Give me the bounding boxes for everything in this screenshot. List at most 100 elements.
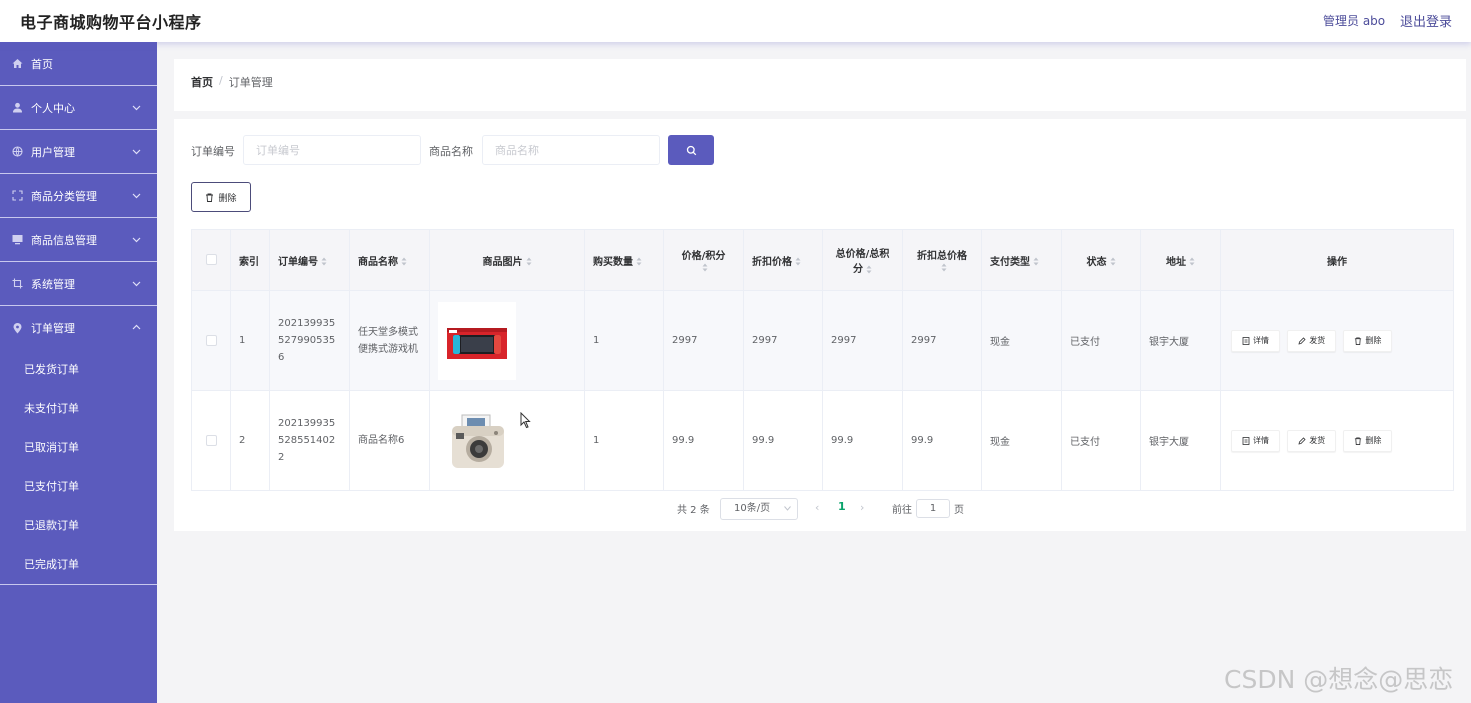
sort-icon[interactable]: [1110, 257, 1116, 266]
goto-label: 前往: [892, 505, 912, 516]
sidebar-item-users[interactable]: 用户管理: [0, 130, 157, 174]
row-select-cell: [191, 390, 231, 491]
col-header-quantity[interactable]: 购买数量: [584, 229, 664, 291]
current-user: 管理员 abo: [1323, 14, 1386, 28]
logout-link[interactable]: 退出登录: [1400, 11, 1452, 30]
product-name-input[interactable]: [482, 135, 660, 165]
order-no-input[interactable]: [243, 135, 421, 165]
sidebar-item-label: 商品信息管理: [31, 233, 97, 247]
page-number-current[interactable]: 1: [838, 500, 846, 513]
sidebar-sub-shipped[interactable]: 已发货订单: [0, 350, 157, 389]
sort-icon[interactable]: [1189, 257, 1195, 266]
cell-discount-total: 99.9: [902, 390, 982, 491]
col-header-price[interactable]: 价格/积分: [663, 229, 744, 291]
row-select-cell: [191, 290, 231, 391]
sidebar-item-home[interactable]: 首页: [0, 42, 157, 86]
order-no-label: 订单编号: [191, 145, 235, 158]
sidebar-item-label: 个人中心: [31, 101, 75, 115]
sidebar-item-category[interactable]: 商品分类管理: [0, 174, 157, 218]
cell-total: 99.9: [822, 390, 903, 491]
sidebar-sub-cancelled[interactable]: 已取消订单: [0, 428, 157, 467]
page-size-select[interactable]: 10条/页: [720, 498, 798, 520]
col-header-label: 价格/积分: [681, 251, 726, 262]
next-page-button[interactable]: ›: [860, 501, 864, 514]
orders-table: 索引 订单编号 商品名称 商品图片 购买数量 价格/积分 折扣价格 总价格/总积…: [191, 229, 1454, 491]
app-title: 电子商城购物平台小程序: [20, 13, 202, 32]
sidebar-item-product[interactable]: 商品信息管理: [0, 218, 157, 262]
ship-button[interactable]: 发货: [1287, 329, 1337, 352]
cell-index: 1: [230, 290, 270, 391]
sort-icon[interactable]: [636, 257, 642, 266]
chevron-down-icon: [132, 281, 141, 287]
col-header-discount-total[interactable]: 折扣总价格: [902, 229, 982, 291]
delete-button[interactable]: 删除: [1343, 329, 1393, 352]
mouse-cursor-icon: [520, 412, 531, 429]
sort-icon[interactable]: [702, 263, 708, 272]
search-button[interactable]: [668, 135, 714, 165]
prev-page-button[interactable]: ‹: [815, 501, 819, 514]
sidebar-sub-paid[interactable]: 已支付订单: [0, 467, 157, 506]
fullscreen-icon: [12, 190, 23, 201]
sidebar-sub-unpaid[interactable]: 未支付订单: [0, 389, 157, 428]
col-header-label: 折扣价格: [752, 256, 792, 268]
sidebar-sub-completed[interactable]: 已完成订单: [0, 545, 157, 584]
detail-button[interactable]: 详情: [1231, 429, 1280, 452]
sidebar-item-orders[interactable]: 订单管理: [0, 306, 157, 350]
sort-icon[interactable]: [941, 263, 947, 272]
detail-button[interactable]: 详情: [1231, 329, 1280, 352]
batch-delete-button[interactable]: 删除: [191, 182, 251, 212]
table-row: 1 2021399355279905356 任天堂多模式便携式游戏机 1 299…: [191, 290, 1454, 391]
sidebar: 首页 个人中心 用户管理 商品分类管理 商品信息管理 系统管理 订单管理 已发货…: [0, 42, 157, 703]
monitor-icon: [12, 234, 23, 245]
sidebar-item-personal[interactable]: 个人中心: [0, 86, 157, 130]
sort-icon[interactable]: [401, 257, 407, 266]
col-header-product-image[interactable]: 商品图片: [429, 229, 585, 291]
col-header-pay-type[interactable]: 支付类型: [981, 229, 1062, 291]
location-icon: [12, 322, 23, 334]
cell-order-no: 2021399355285514022: [269, 390, 350, 491]
sidebar-sub-refunded[interactable]: 已退款订单: [0, 506, 157, 545]
col-header-address[interactable]: 地址: [1140, 229, 1221, 291]
col-header-label: 地址: [1166, 256, 1186, 268]
sidebar-item-label: 用户管理: [31, 145, 75, 159]
product-image-game-console[interactable]: [438, 301, 516, 380]
chevron-down-icon: [784, 506, 791, 511]
goto-suffix: 页: [954, 505, 964, 516]
breadcrumb-separator: /: [219, 74, 223, 87]
sidebar-item-label: 商品分类管理: [31, 189, 97, 203]
col-header-label: 购买数量: [593, 256, 633, 268]
chevron-down-icon: [132, 237, 141, 243]
col-header-status[interactable]: 状态: [1061, 229, 1141, 291]
delete-button[interactable]: 删除: [1343, 429, 1393, 452]
col-header-product-name[interactable]: 商品名称: [349, 229, 430, 291]
col-header-order-no[interactable]: 订单编号: [269, 229, 350, 291]
sort-icon[interactable]: [526, 257, 532, 266]
user-icon: [12, 102, 23, 113]
sort-icon[interactable]: [1033, 257, 1039, 266]
row-checkbox[interactable]: [205, 434, 217, 446]
sort-icon[interactable]: [321, 257, 327, 266]
cell-status: 已支付: [1061, 290, 1141, 391]
goto-page-input[interactable]: [916, 499, 950, 518]
home-icon: [12, 58, 23, 69]
main-panel: 订单编号 商品名称 删除 索引 订单编号 商品名称 商品图片 购买数量 价格/积…: [174, 119, 1466, 531]
sort-icon[interactable]: [795, 257, 801, 266]
sidebar-item-label: 系统管理: [31, 277, 75, 291]
breadcrumb-current: 订单管理: [228, 76, 273, 89]
ship-button[interactable]: 发货: [1287, 429, 1337, 452]
product-image-instant-camera[interactable]: [438, 401, 516, 480]
table-row: 2 2021399355285514022 商品名称6 1 99.9 99.9 …: [191, 390, 1454, 491]
col-header-discount[interactable]: 折扣价格: [743, 229, 823, 291]
col-header-total[interactable]: 总价格/总积分: [822, 229, 903, 291]
chevron-down-icon: [132, 193, 141, 199]
select-all-checkbox[interactable]: [205, 254, 217, 266]
cell-index: 2: [230, 390, 270, 491]
delete-label: 删除: [1365, 436, 1382, 445]
cell-discount: 2997: [743, 290, 823, 391]
breadcrumb-home[interactable]: 首页: [191, 74, 213, 90]
row-checkbox[interactable]: [205, 334, 217, 346]
detail-label: 详情: [1253, 336, 1269, 345]
sidebar-item-system[interactable]: 系统管理: [0, 262, 157, 306]
sort-icon[interactable]: [866, 265, 872, 274]
pagination-total: 共 2 条: [677, 505, 710, 516]
